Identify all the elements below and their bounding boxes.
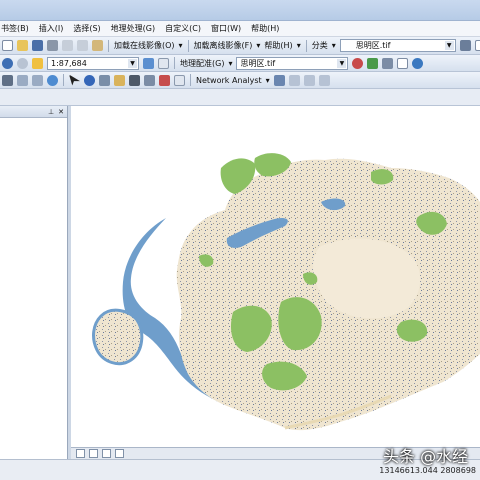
print-icon[interactable]: [47, 40, 58, 51]
back-arrow-icon[interactable]: [17, 74, 28, 86]
menu-customize[interactable]: 自定义(C): [160, 21, 206, 36]
open-folder-icon[interactable]: [17, 40, 28, 51]
green-northeast: [371, 169, 394, 185]
auto-register-icon[interactable]: [367, 57, 379, 69]
toolbar-separator: [187, 39, 189, 52]
network-window-icon[interactable]: [273, 74, 285, 86]
undo-icon[interactable]: [2, 57, 13, 69]
histogram-icon[interactable]: [459, 40, 471, 51]
new-document-icon[interactable]: [2, 40, 13, 51]
network-analyst-menu[interactable]: Network Analyst: [194, 76, 264, 85]
data-view-icon[interactable]: [76, 449, 85, 458]
chevron-down-icon[interactable]: ▼: [444, 41, 454, 50]
tools-toolbar-3: Network Analyst ▾: [0, 72, 480, 89]
menu-windows[interactable]: 窗口(W): [206, 21, 246, 36]
menu-geoprocessing[interactable]: 地理处理(G): [106, 21, 160, 36]
view-link-icon[interactable]: [412, 57, 424, 69]
forward-arrow-icon[interactable]: [32, 74, 43, 86]
network-solve-icon[interactable]: [288, 74, 300, 86]
select-arrow-icon[interactable]: [69, 74, 80, 86]
small-island: [92, 308, 144, 366]
layout-view-icon[interactable]: [89, 449, 98, 458]
editor-icon[interactable]: [143, 57, 154, 69]
network-direction-icon[interactable]: [303, 74, 315, 86]
window-title-bar: [0, 0, 480, 21]
save-icon[interactable]: [32, 40, 43, 51]
chevron-down-icon[interactable]: ▾: [330, 41, 338, 50]
standard-toolbar: 加载在线影像(O) ▾ 加载离线影像(F) ▾ 帮助(H) ▾ 分类 ▾ 思明区.tif…: [0, 37, 480, 55]
menu-bar: 书签(B) 插入(I) 选择(S) 地理处理(G) 自定义(C) 窗口(W) 帮…: [0, 21, 480, 37]
find-icon[interactable]: [99, 74, 110, 86]
menu-help[interactable]: 帮助(H): [246, 21, 284, 36]
georeferencing-menu[interactable]: 地理配准(G): [178, 58, 226, 69]
chevron-down-icon[interactable]: ▼: [337, 58, 347, 68]
map-raster: [92, 153, 480, 431]
link-table-icon[interactable]: [397, 57, 409, 69]
redo-icon[interactable]: [17, 57, 28, 69]
paste-icon[interactable]: [92, 40, 103, 51]
add-data-icon[interactable]: [32, 57, 43, 69]
time-slider-icon[interactable]: [174, 74, 185, 86]
toolbar-separator: [63, 74, 64, 86]
online-imagery-menu[interactable]: 加载在线影像(O): [112, 40, 177, 51]
map-scale-value: 1:87,684: [51, 58, 87, 68]
classify-menu[interactable]: 分类: [310, 40, 330, 51]
offline-imagery-menu[interactable]: 加载离线影像(F): [192, 40, 255, 51]
chevron-down-icon[interactable]: ▾: [295, 41, 303, 50]
layer-select[interactable]: 思明区.tif ▼: [339, 39, 456, 52]
map-view[interactable]: [71, 106, 480, 447]
toc-header: ⊥ ✕: [0, 106, 67, 118]
close-icon[interactable]: ✕: [58, 108, 64, 116]
layer-select-value: 思明区.tif: [355, 41, 391, 50]
georef-layer-value: 思明区.tif: [240, 58, 276, 68]
georef-layer-select[interactable]: 思明区.tif ▼: [236, 56, 349, 70]
refresh-icon[interactable]: [102, 449, 111, 458]
measure-icon[interactable]: [114, 74, 125, 86]
pause-drawing-icon[interactable]: [115, 449, 124, 458]
chevron-down-icon[interactable]: ▾: [254, 41, 262, 50]
pin-icon[interactable]: ⊥: [48, 108, 54, 116]
copy-icon[interactable]: [77, 40, 88, 51]
toolbar-separator: [190, 74, 191, 86]
toolbar-separator: [174, 57, 175, 69]
toolbar-separator: [108, 39, 109, 52]
network-table-icon[interactable]: [318, 74, 330, 86]
control-points-icon[interactable]: [352, 57, 364, 69]
menu-bookmarks[interactable]: 书签(B): [0, 21, 34, 36]
hyperlink-icon[interactable]: [159, 74, 170, 86]
tools-toolbar-2: 1:87,684 ▼ 地理配准(G) ▾ 思明区.tif ▼: [0, 55, 480, 72]
rotate-icon[interactable]: [382, 57, 394, 69]
toolbar-strip: [0, 89, 480, 106]
menu-selection[interactable]: 选择(S): [68, 21, 105, 36]
binoculars-icon[interactable]: [129, 74, 140, 86]
menu-insert[interactable]: 插入(I): [34, 21, 69, 36]
zoom-in-icon[interactable]: [2, 74, 13, 86]
chevron-down-icon[interactable]: ▾: [226, 59, 234, 68]
toolbar-separator: [305, 39, 307, 52]
chevron-down-icon[interactable]: ▾: [264, 76, 272, 85]
coordinate-readout: 13146613.044 2808698: [379, 466, 476, 475]
chevron-down-icon[interactable]: ▾: [177, 41, 185, 50]
cut-icon[interactable]: [62, 40, 73, 51]
chevron-down-icon[interactable]: ▼: [128, 58, 137, 68]
table-icon[interactable]: [474, 40, 480, 51]
help-menu[interactable]: 帮助(H): [262, 40, 294, 51]
identify-icon[interactable]: [84, 74, 95, 86]
go-to-xy-icon[interactable]: [144, 74, 155, 86]
map-scale-select[interactable]: 1:87,684 ▼: [47, 56, 139, 70]
table-of-contents-panel: ⊥ ✕: [0, 106, 68, 459]
watermark: 头条 @水经: [383, 447, 469, 466]
full-extent-icon[interactable]: [47, 74, 58, 86]
layout-icon[interactable]: [158, 57, 169, 69]
